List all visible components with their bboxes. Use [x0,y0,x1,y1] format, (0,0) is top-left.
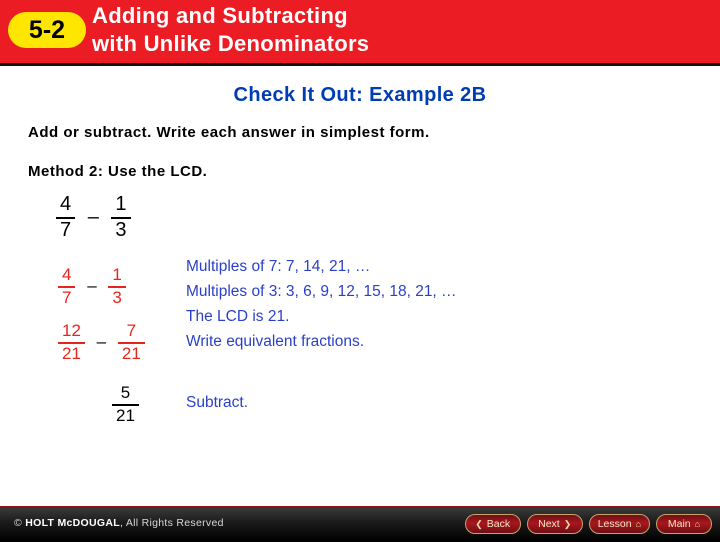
back-button[interactable]: ❮ Back [464,514,521,534]
next-button[interactable]: Next ❯ [526,514,583,534]
answer-numerator: 5 [120,383,131,402]
example-title: Check It Out: Example 2B [233,84,487,106]
slide-header: 5-2 Adding and Subtracting with Unlike D… [0,0,720,66]
work2-fraction-2: 7 21 [117,321,145,363]
copyright-symbol: © [14,517,23,529]
problem-fraction-1-numerator: 4 [60,193,72,215]
copyright-text: © HOLT McDOUGAL, All Rights Reserved [14,517,224,529]
home-icon: ⌂ [694,519,701,529]
lesson-number-badge: 5-2 [8,12,86,48]
main-button[interactable]: Main ⌂ [656,514,712,534]
page-title: Adding and Subtracting with Unlike Denom… [92,2,692,58]
solution-work: 4 7 – 1 3 12 21 – 7 21 [58,266,145,378]
problem-fraction-2-numerator: 1 [115,193,127,215]
work1-fraction-1-numerator: 4 [62,265,72,284]
chevron-right-icon: ❯ [563,518,572,529]
problem-fraction-2-denominator: 3 [115,219,127,241]
work2-operator: – [96,332,107,352]
work-row-1: 4 7 – 1 3 [58,266,145,322]
note-multiples-of-3: Multiples of 3: 3, 6, 9, 12, 15, 18, 21,… [186,283,457,300]
main-button-label: Main [667,518,691,530]
rights-text: , All Rights Reserved [119,517,224,529]
lesson-button[interactable]: Lesson ⌂ [588,514,650,534]
note-write-equivalent: Write equivalent fractions. [186,333,365,350]
side-notes: Multiples of 7: 7, 14, 21, … Multiples o… [186,254,457,354]
work1-fraction-2: 1 3 [108,265,126,307]
work1-fraction-2-numerator: 1 [112,265,122,284]
work1-fraction-1: 4 7 [58,265,76,307]
original-problem: 4 7 – 1 3 [56,194,131,241]
slide-footer: © HOLT McDOUGAL, All Rights Reserved ❮ B… [0,506,720,542]
home-icon: ⌂ [635,519,641,529]
note-subtract: Subtract. [186,394,249,411]
work1-operator: – [87,276,97,296]
note-multiples-of-7: Multiples of 7: 7, 14, 21, … [186,258,371,275]
problem-fraction-1: 4 7 [56,193,76,241]
instruction-text: Add or subtract. Write each answer in si… [28,124,430,141]
work2-fraction-1: 12 21 [58,322,85,363]
navigation-buttons: ❮ Back Next ❯ Lesson ⌂ Main ⌂ [464,514,712,534]
answer-row: 5 21 [112,384,139,425]
brand-name: HOLT McDOUGAL [25,517,120,529]
back-button-label: Back [486,518,511,530]
slide-content: Check It Out: Example 2B Add or subtract… [0,66,720,506]
lesson-button-label: Lesson [597,518,632,530]
problem-operator: – [87,206,99,228]
work1-fraction-2-denominator: 3 [112,287,122,307]
note-lcd: The LCD is 21. [186,308,290,325]
work2-fraction-2-numerator: 7 [126,321,137,340]
work-row-2: 12 21 – 7 21 [58,322,145,378]
work2-fraction-1-numerator: 12 [62,321,81,340]
answer-denominator: 21 [116,405,135,425]
work2-fraction-2-denominator: 21 [121,343,141,363]
problem-fraction-1-denominator: 7 [60,219,72,241]
page-title-line2: with Unlike Denominators [92,31,370,56]
work2-fraction-1-denominator: 21 [62,343,81,363]
next-button-label: Next [538,518,560,530]
answer-fraction: 5 21 [112,384,139,425]
problem-fraction-2: 1 3 [111,193,131,241]
work1-fraction-1-denominator: 7 [62,287,72,307]
page-title-line1: Adding and Subtracting [92,3,348,28]
method-text: Method 2: Use the LCD. [28,163,208,180]
chevron-left-icon: ❮ [475,518,483,529]
